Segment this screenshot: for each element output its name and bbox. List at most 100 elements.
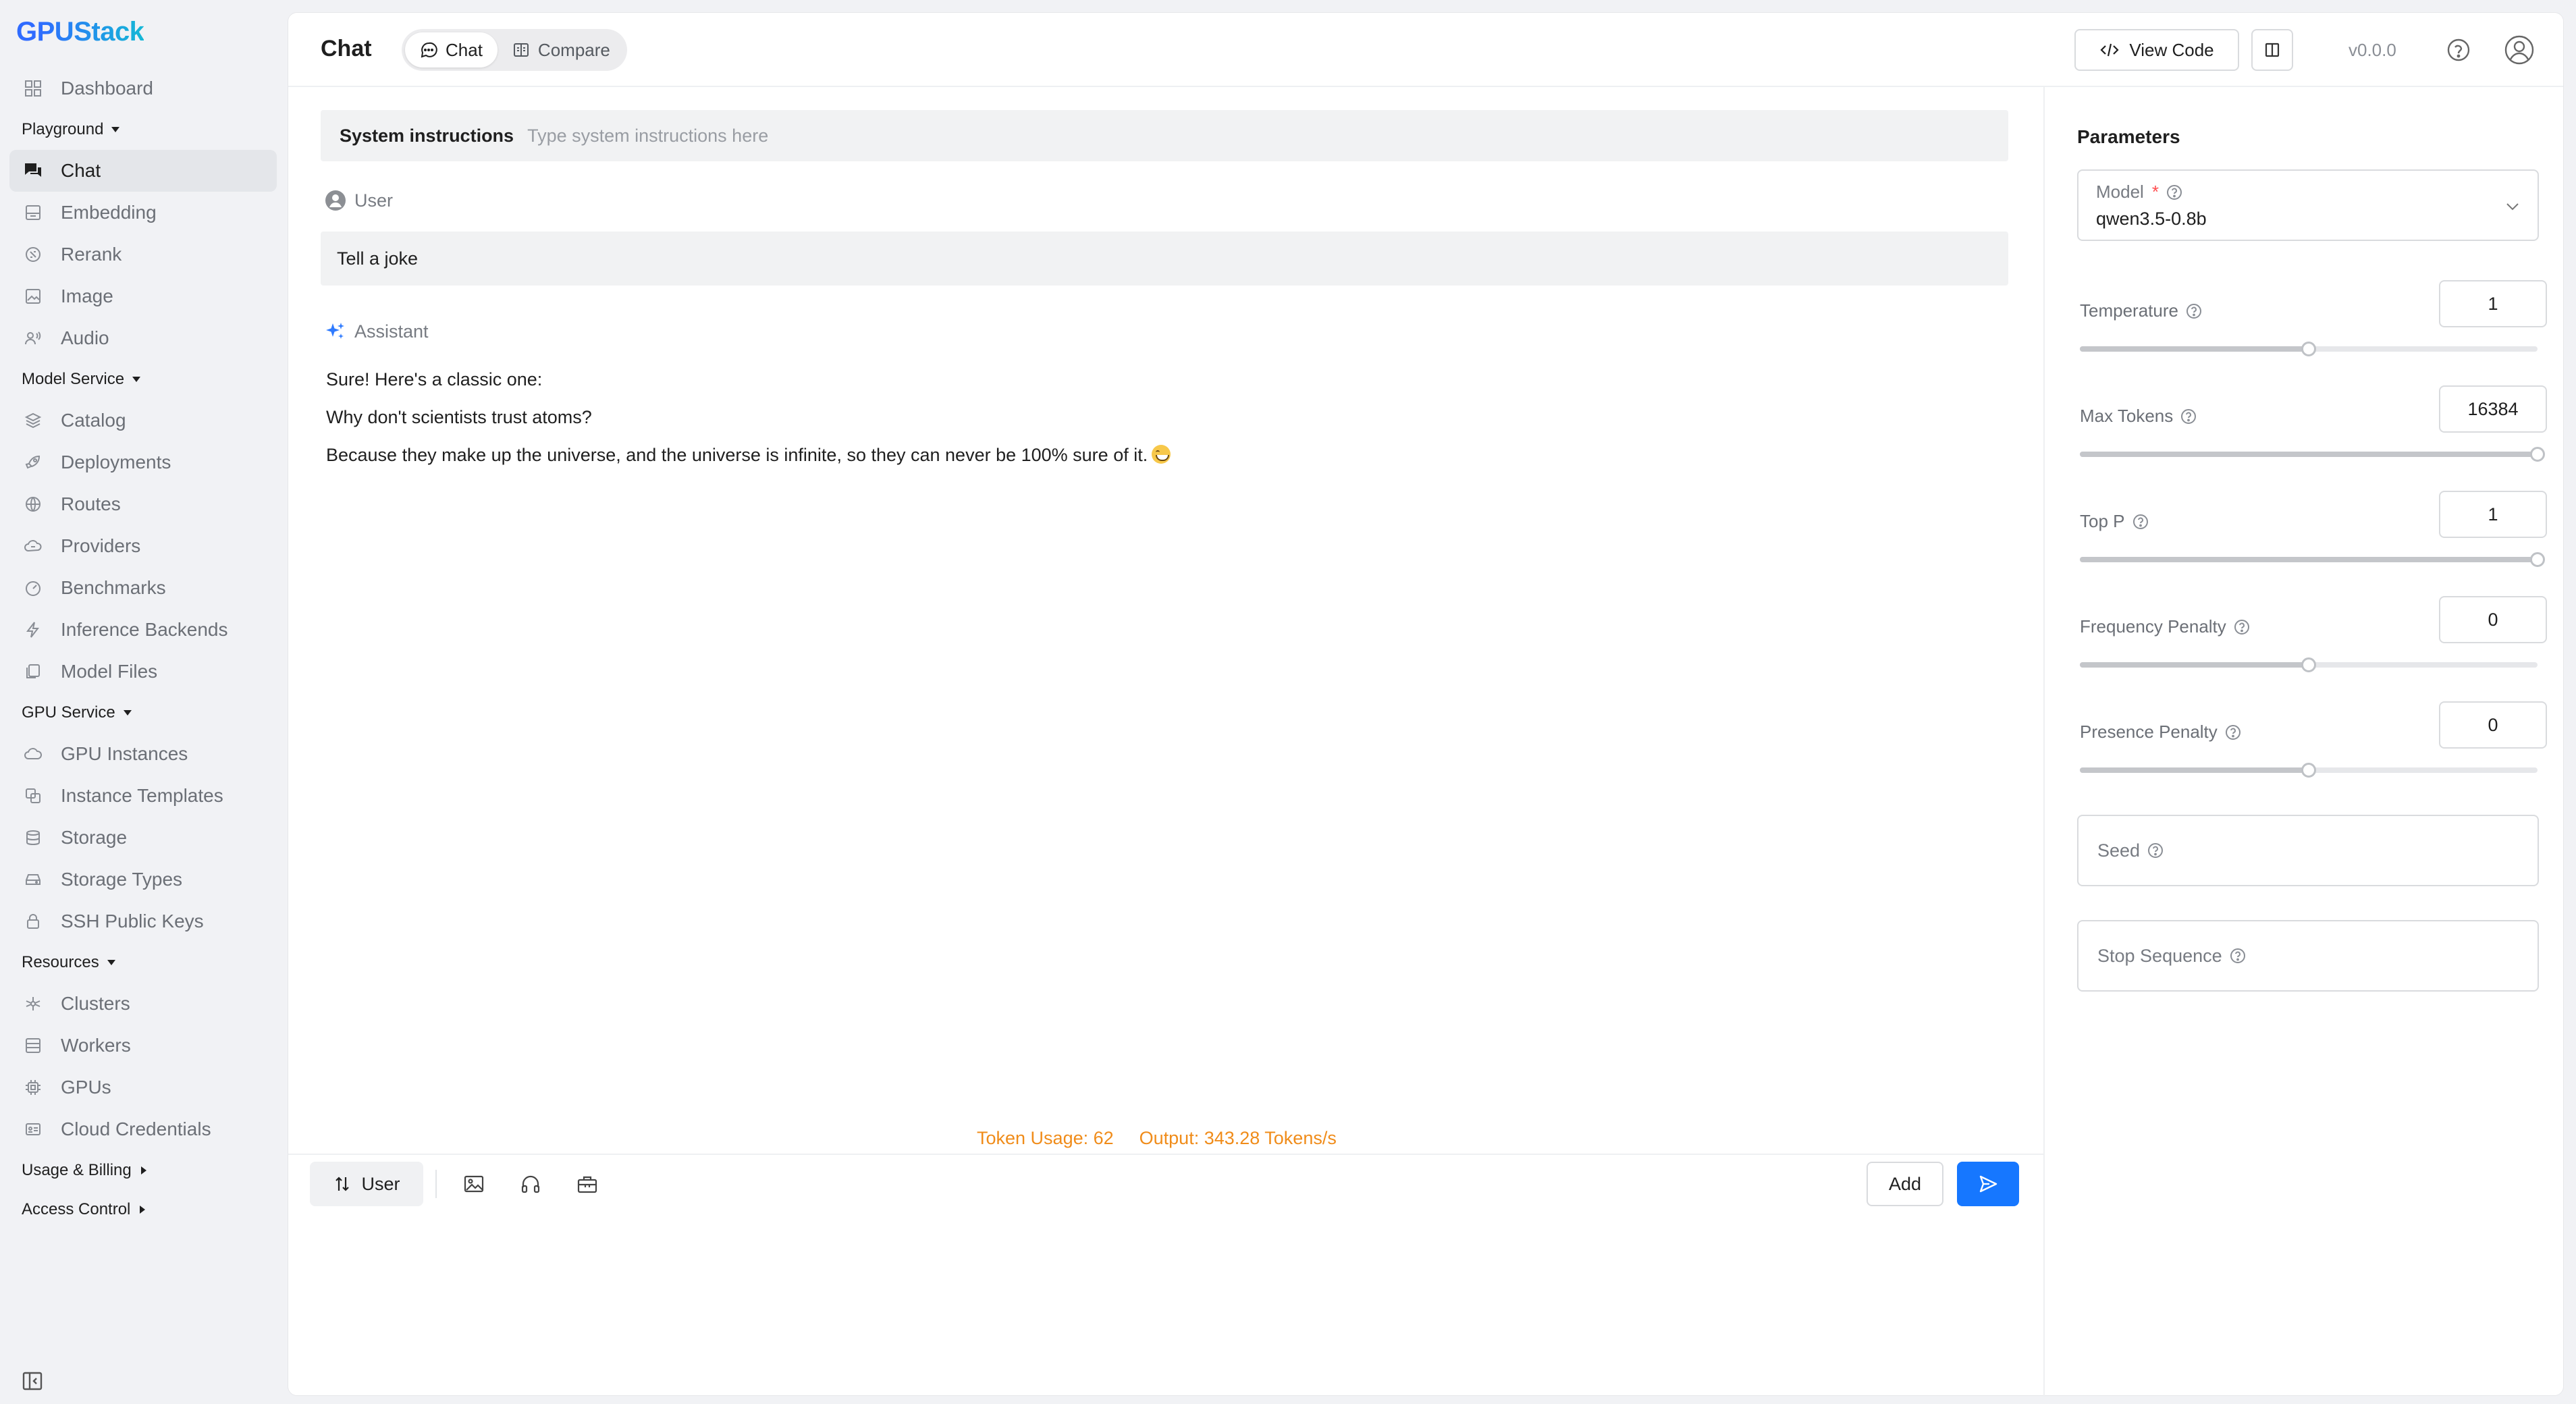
sidebar-collapse-icon[interactable] — [22, 1370, 43, 1392]
tab-chat[interactable]: Chat — [405, 32, 498, 68]
presence-penalty-input[interactable]: 0 — [2439, 701, 2547, 749]
upload-image-icon[interactable] — [462, 1172, 485, 1195]
seed-label: Seed — [2097, 840, 2141, 861]
system-instructions-label: System instructions — [340, 125, 514, 146]
param-frequency-penalty: Frequency Penalty 0 — [2077, 596, 2550, 684]
slider-fill — [2080, 662, 2309, 668]
help-circle-icon[interactable] — [2229, 947, 2247, 965]
slider-fill — [2080, 557, 2538, 562]
sidebar-item-instance-templates[interactable]: Instance Templates — [9, 775, 277, 817]
sidebar-nav: Dashboard Playground Chat Embedding Rera… — [0, 68, 286, 1230]
help-circle-icon[interactable] — [2132, 513, 2149, 531]
view-code-button[interactable]: View Code — [2074, 29, 2239, 71]
grinning-sweat-emoji-icon — [1152, 445, 1171, 464]
sidebar-item-model-files[interactable]: Model Files — [9, 651, 277, 693]
parameters-title: Parameters — [2077, 126, 2180, 147]
slider-handle[interactable] — [2301, 657, 2316, 672]
sidebar-item-dashboard[interactable]: Dashboard — [9, 68, 277, 109]
help-circle-icon[interactable] — [2147, 842, 2164, 859]
help-circle-icon[interactable] — [2233, 618, 2251, 636]
help-circle-icon[interactable] — [2180, 408, 2197, 425]
user-avatar-icon[interactable] — [2504, 34, 2535, 65]
assistant-role-label: Assistant — [325, 321, 429, 342]
sidebar-item-rerank[interactable]: Rerank — [9, 234, 277, 275]
help-circle-icon[interactable] — [2224, 724, 2242, 741]
assistant-message-line: Because they make up the universe, and t… — [326, 445, 1171, 466]
param-top-p: Top P 1 — [2077, 491, 2550, 578]
sidebar-item-ssh-public-keys[interactable]: SSH Public Keys — [9, 900, 277, 942]
parameters-panel: Parameters Model * qwen3.5-0.8b Temperat… — [2043, 87, 2565, 1397]
temperature-input[interactable]: 1 — [2439, 280, 2547, 327]
bolt-icon — [23, 620, 43, 640]
lock-icon — [23, 911, 43, 932]
token-usage-count: Token Usage: 62 — [977, 1128, 1114, 1148]
sidebar-group-access-control[interactable]: Access Control — [0, 1189, 286, 1230]
sidebar-item-routes[interactable]: Routes — [9, 483, 277, 525]
sidebar-item-storage[interactable]: Storage — [9, 817, 277, 859]
toolbox-icon[interactable] — [576, 1172, 599, 1195]
frequency-penalty-input[interactable]: 0 — [2439, 596, 2547, 643]
embedding-icon — [23, 202, 43, 223]
top-p-slider[interactable] — [2080, 552, 2545, 567]
tab-compare[interactable]: Compare — [498, 32, 625, 68]
presence-penalty-slider[interactable] — [2080, 763, 2538, 778]
help-circle-icon[interactable] — [2185, 302, 2203, 320]
send-button[interactable] — [1957, 1162, 2019, 1206]
max-tokens-slider[interactable] — [2080, 447, 2545, 462]
gpustack-logo[interactable]: G PUStack — [16, 15, 144, 49]
sidebar-group-resources[interactable]: Resources — [0, 942, 286, 983]
sidebar-item-deployments[interactable]: Deployments — [9, 441, 277, 483]
sidebar-item-cloud-credentials[interactable]: Cloud Credentials — [9, 1108, 277, 1150]
sidebar-item-image[interactable]: Image — [9, 275, 277, 317]
sidebar-item-catalog[interactable]: Catalog — [9, 400, 277, 441]
chat-bubble-icon — [420, 41, 437, 59]
sidebar-group-model-service[interactable]: Model Service — [0, 359, 286, 400]
sidebar-item-gpu-instances[interactable]: GPU Instances — [9, 733, 277, 775]
sidebar-item-gpus[interactable]: GPUs — [9, 1066, 277, 1108]
stop-sequence-field[interactable]: Stop Sequence — [2077, 920, 2539, 992]
chip-icon — [23, 1077, 43, 1098]
sidebar-group-playground[interactable]: Playground — [0, 109, 286, 150]
sidebar-item-storage-types[interactable]: Storage Types — [9, 859, 277, 900]
sidebar-item-chat[interactable]: Chat — [9, 150, 277, 192]
slider-handle[interactable] — [2301, 342, 2316, 356]
drive-icon — [23, 869, 43, 890]
split-panel-icon — [2263, 41, 2281, 59]
sidebar-item-audio[interactable]: Audio — [9, 317, 277, 359]
help-icon[interactable] — [2446, 37, 2471, 63]
role-switch-button[interactable]: User — [310, 1162, 423, 1206]
send-icon — [1978, 1174, 1998, 1194]
system-instructions-field[interactable]: System instructions Type system instruct… — [321, 110, 2008, 161]
temperature-label: Temperature — [2080, 300, 2178, 321]
presence-penalty-label: Presence Penalty — [2080, 722, 2218, 742]
panel-toggle-button[interactable] — [2251, 29, 2293, 71]
sidebar-item-clusters[interactable]: Clusters — [9, 983, 277, 1025]
help-circle-icon[interactable] — [2166, 184, 2183, 201]
model-select[interactable]: Model * qwen3.5-0.8b — [2077, 169, 2539, 241]
frequency-penalty-slider[interactable] — [2080, 657, 2538, 672]
temperature-slider[interactable] — [2080, 342, 2538, 356]
add-message-button[interactable]: Add — [1867, 1162, 1943, 1206]
slider-handle[interactable] — [2301, 763, 2316, 778]
sidebar-group-usage-billing[interactable]: Usage & Billing — [0, 1150, 286, 1191]
sidebar-item-workers[interactable]: Workers — [9, 1025, 277, 1066]
param-temperature: Temperature 1 — [2077, 280, 2550, 368]
sidebar-item-providers[interactable]: Providers — [9, 525, 277, 567]
headphones-icon[interactable] — [519, 1172, 542, 1195]
seed-field[interactable]: Seed — [2077, 815, 2539, 886]
user-message[interactable]: Tell a joke — [321, 232, 2008, 286]
rocket-icon — [23, 452, 43, 473]
slider-handle[interactable] — [2530, 552, 2545, 567]
slider-handle[interactable] — [2530, 447, 2545, 462]
page-title: Chat — [321, 36, 372, 61]
slider-fill — [2080, 346, 2309, 352]
sidebar-item-embedding[interactable]: Embedding — [9, 192, 277, 234]
max-tokens-input[interactable]: 16384 — [2439, 385, 2547, 433]
top-p-input[interactable]: 1 — [2439, 491, 2547, 538]
sidebar-group-gpu-service[interactable]: GPU Service — [0, 693, 286, 733]
sidebar-item-benchmarks[interactable]: Benchmarks — [9, 567, 277, 609]
sidebar-item-inference-backends[interactable]: Inference Backends — [9, 609, 277, 651]
sparkle-icon — [325, 321, 346, 342]
param-max-tokens: Max Tokens 16384 — [2077, 385, 2550, 473]
caret-right-icon — [140, 1166, 146, 1174]
